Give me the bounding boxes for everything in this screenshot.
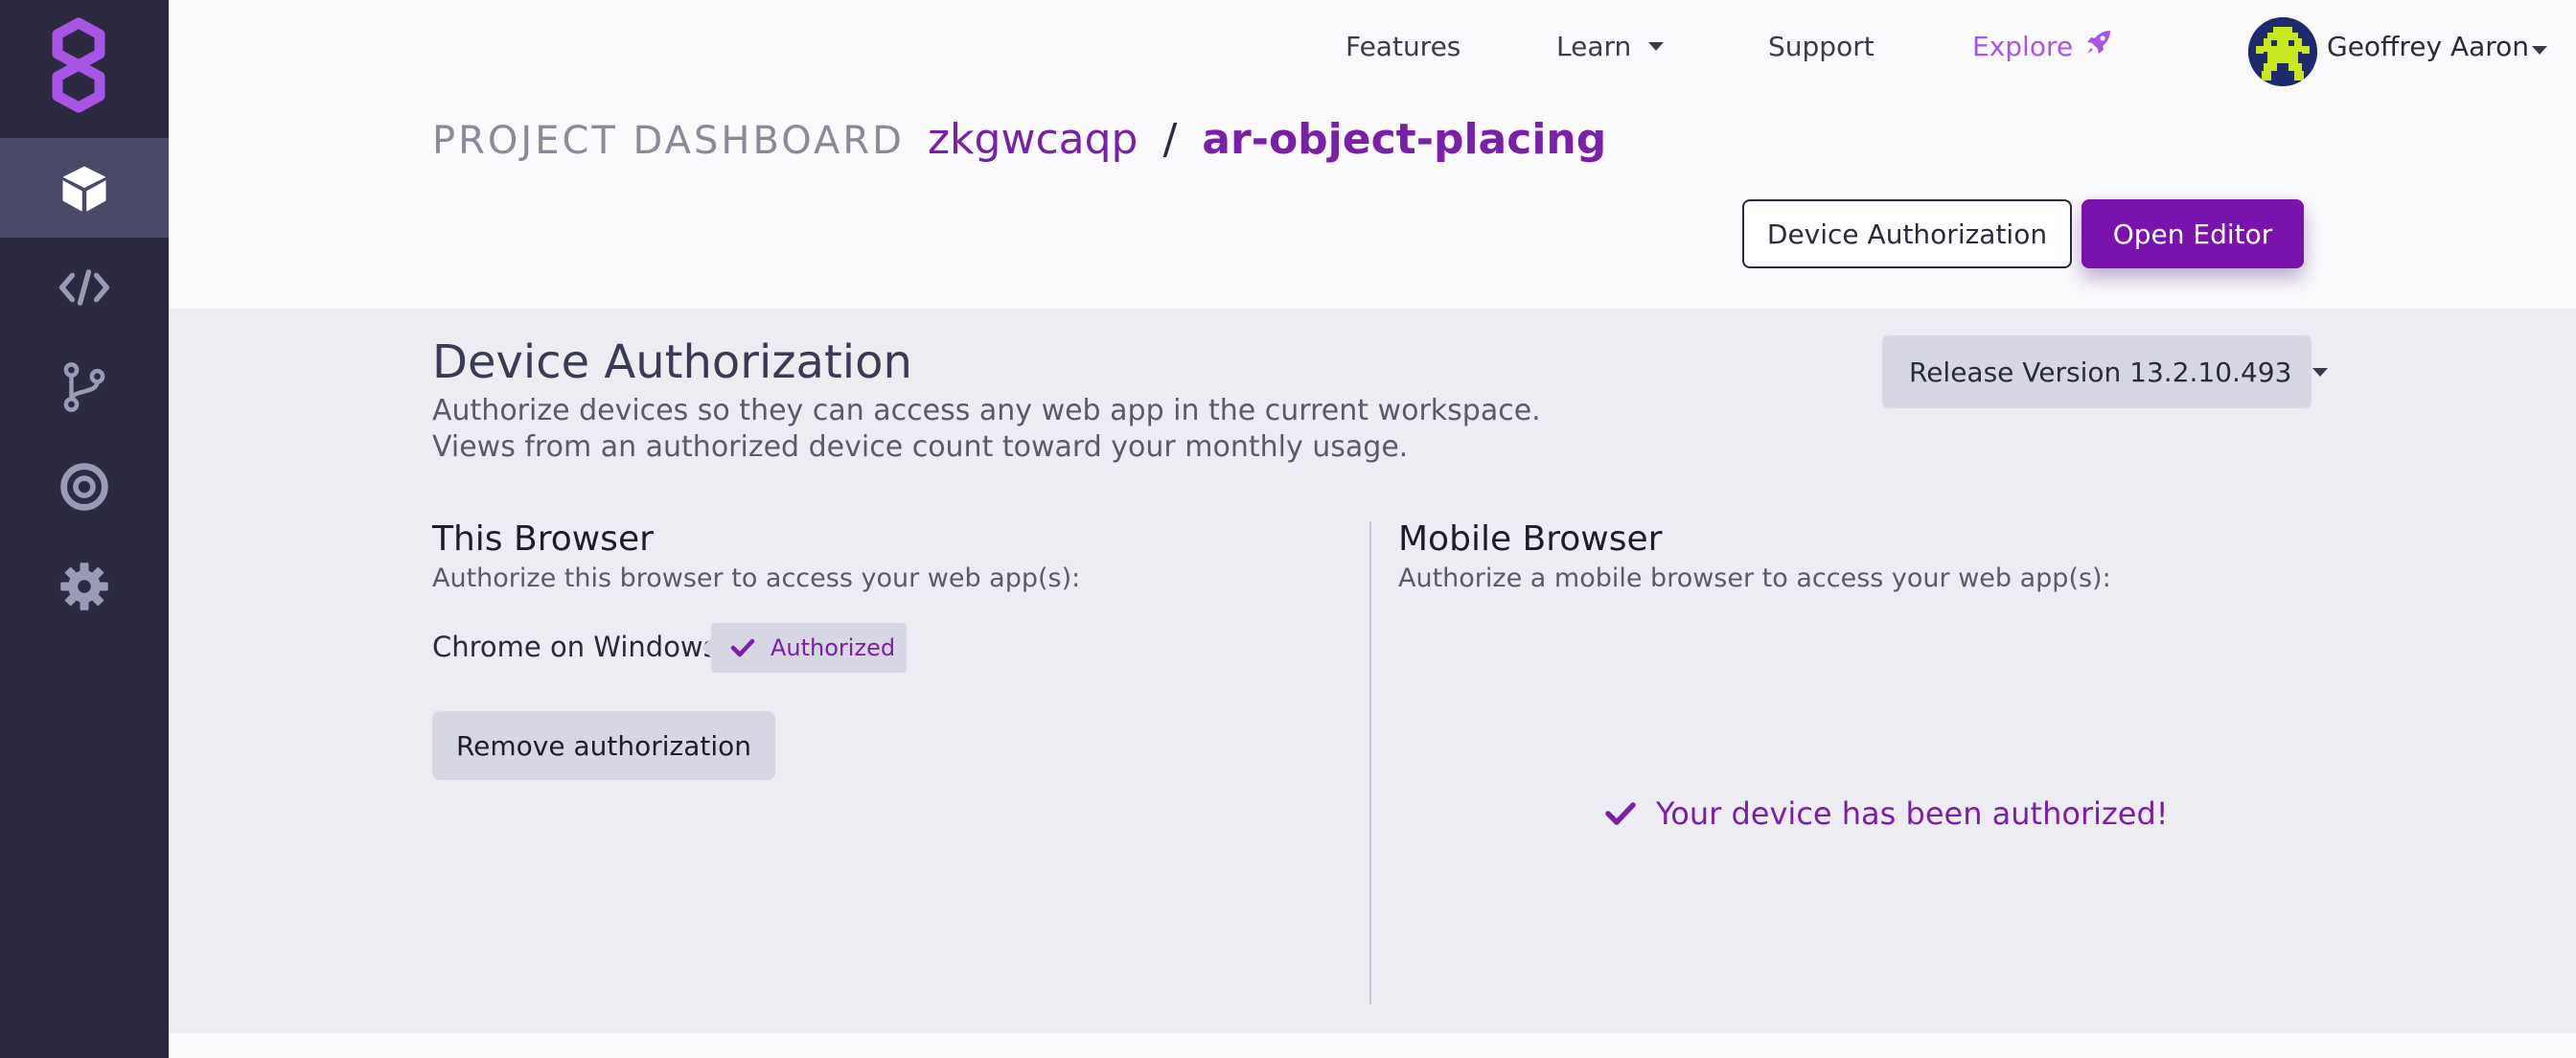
breadcrumb-label[interactable]: PROJECT DASHBOARD — [432, 119, 905, 163]
browser-name: Chrome on Windows — [432, 631, 718, 663]
avatar[interactable] — [2248, 17, 2317, 86]
check-icon — [730, 638, 755, 657]
user-menu-chevron-icon[interactable] — [2532, 46, 2547, 55]
sidebar-item-settings[interactable] — [0, 537, 169, 636]
logo-icon[interactable] — [48, 15, 109, 115]
release-version-dropdown[interactable]: Release Version 13.2.10.493 — [1882, 335, 2329, 408]
breadcrumb-project: ar-object-placing — [1202, 115, 1607, 164]
authorization-success-message: Your device has been authorized! — [1604, 795, 2169, 832]
breadcrumb-separator: / — [1162, 115, 1178, 164]
remove-authorization-button[interactable]: Remove authorization — [432, 711, 775, 780]
nav-features[interactable]: Features — [1346, 31, 1460, 62]
section-description: Authorize devices so they can access any… — [432, 393, 1541, 466]
success-message-text: Your device has been authorized! — [1656, 795, 2169, 832]
nav-learn[interactable]: Learn — [1556, 31, 1665, 62]
branch-icon — [63, 362, 105, 412]
nav-support-label: Support — [1768, 31, 1874, 62]
user-name[interactable]: Geoffrey Aaron — [2327, 31, 2529, 62]
release-version-label: Release Version 13.2.10.493 — [1909, 356, 2292, 388]
nav-explore[interactable]: Explore — [1972, 30, 2113, 62]
check-icon — [1605, 802, 1636, 825]
status-badge-label: Authorized — [770, 634, 896, 661]
chevron-down-icon — [1648, 42, 1665, 51]
breadcrumb: PROJECT DASHBOARD zkgwcaqp / ar-object-p… — [432, 115, 1606, 164]
breadcrumb-workspace[interactable]: zkgwcaqp — [928, 115, 1138, 164]
sidebar-item-branches[interactable] — [0, 337, 169, 437]
sidebar-item-targets[interactable] — [0, 437, 169, 537]
rocket-icon — [2087, 30, 2111, 54]
this-browser-description: Authorize this browser to access your we… — [432, 564, 1081, 593]
page-title: Device Authorization — [432, 335, 912, 389]
target-icon — [60, 463, 108, 511]
section-description-line1: Authorize devices so they can access any… — [432, 394, 1541, 427]
sidebar — [0, 0, 169, 1058]
open-editor-button[interactable]: Open Editor — [2082, 199, 2304, 268]
code-icon — [58, 269, 110, 306]
cube-icon — [62, 166, 106, 212]
nav-explore-label: Explore — [1972, 31, 2074, 62]
nav-features-label: Features — [1346, 31, 1461, 62]
mobile-browser-description: Authorize a mobile browser to access you… — [1398, 564, 2111, 593]
mobile-browser-title: Mobile Browser — [1398, 519, 1663, 559]
sidebar-item-projects[interactable] — [0, 138, 169, 238]
column-divider — [1369, 521, 1371, 1004]
device-authorization-button[interactable]: Device Authorization — [1742, 199, 2072, 268]
nav-learn-label: Learn — [1556, 31, 1632, 62]
this-browser-title: This Browser — [432, 519, 654, 559]
nav-support[interactable]: Support — [1768, 31, 1874, 62]
section-description-line2: Views from an authorized device count to… — [432, 430, 1409, 464]
chevron-down-icon — [2312, 367, 2329, 377]
sidebar-item-code[interactable] — [0, 238, 169, 337]
gear-icon — [60, 563, 108, 610]
status-badge: Authorized — [702, 623, 907, 673]
footer-strip — [169, 1033, 2576, 1058]
